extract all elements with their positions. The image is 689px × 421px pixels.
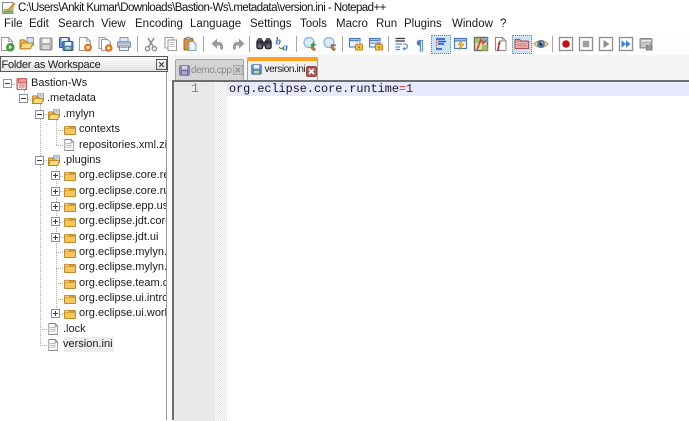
svg-text:¶: ¶ [416, 38, 424, 53]
svg-text:a: a [283, 42, 289, 53]
svg-text:b: b [276, 36, 282, 48]
